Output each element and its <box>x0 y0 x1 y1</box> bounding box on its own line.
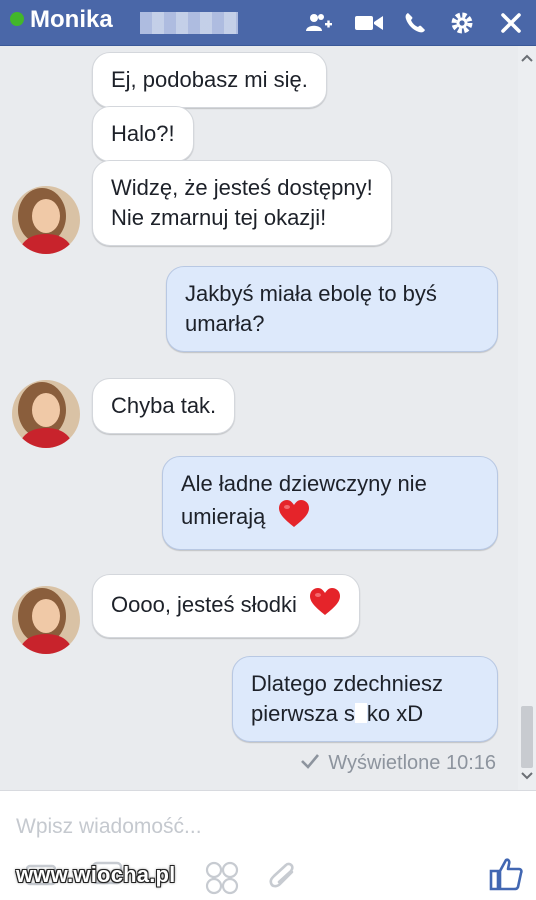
heart-icon <box>309 587 341 625</box>
message-text-line: umarła? <box>185 311 265 336</box>
online-status-dot <box>10 12 24 26</box>
message-text-line: ko xD <box>366 701 424 726</box>
message-bubble-incoming[interactable]: Widzę, że jesteś dostępny! Nie zmarnuj t… <box>92 160 392 246</box>
message-bubble-incoming[interactable]: Ej, podobasz mi się. <box>92 52 327 108</box>
message-bubble-incoming[interactable]: Oooo, jesteś słodki <box>92 574 360 638</box>
like-icon[interactable] <box>488 856 524 897</box>
check-icon <box>300 752 320 775</box>
message-text-line: Ale ładne dziewczyny nie <box>181 471 427 496</box>
contact-avatar[interactable] <box>12 380 80 448</box>
seen-status: Wyświetlone 10:16 <box>300 752 496 775</box>
scroll-thumb[interactable] <box>521 706 533 768</box>
gear-icon[interactable] <box>445 6 479 40</box>
message-text-line: pierwsza s <box>251 701 355 726</box>
message-text-line: umierają <box>181 503 266 529</box>
message-input[interactable]: Wpisz wiadomość... <box>16 815 202 839</box>
sticker-icon[interactable] <box>204 860 240 900</box>
censor-block <box>354 703 367 723</box>
message-bubble-incoming[interactable]: Chyba tak. <box>92 378 236 434</box>
contact-avatar[interactable] <box>12 586 80 654</box>
message-text: Oooo, jesteś słodki <box>111 591 297 617</box>
blurred-surname <box>140 12 238 34</box>
add-people-icon[interactable] <box>302 6 336 40</box>
video-call-icon[interactable] <box>352 6 386 40</box>
heart-icon <box>278 499 310 537</box>
watermark: www.wiocha.pl <box>16 862 176 887</box>
message-list[interactable]: Ej, podobasz mi się. Halo?! Widzę, że je… <box>0 46 536 790</box>
scroll-up-icon[interactable] <box>520 52 534 66</box>
message-bubble-outgoing[interactable]: Dlatego zdechniesz pierwsza s ko xD <box>232 656 498 742</box>
message-bubble-outgoing[interactable]: Jakbyś miała ebolę to byś umarła? <box>166 266 498 352</box>
message-bubble-incoming[interactable]: Halo?! <box>92 106 194 162</box>
message-text-line: Nie zmarnuj tej okazji! <box>111 205 327 230</box>
message-text-line: Widzę, że jesteś dostępny! <box>111 175 373 200</box>
seen-text: Wyświetlone 10:16 <box>328 752 496 774</box>
attach-icon[interactable] <box>266 860 300 899</box>
phone-icon[interactable] <box>398 6 432 40</box>
contact-name[interactable]: Monika <box>30 6 113 34</box>
message-bubble-outgoing[interactable]: Ale ładne dziewczyny nie umierają <box>162 456 498 550</box>
scroll-down-icon[interactable] <box>520 770 534 784</box>
message-text: Ej, podobasz mi się. <box>111 67 308 92</box>
scrollbar[interactable] <box>518 46 536 790</box>
message-text-line: Jakbyś miała ebolę to byś <box>185 281 437 306</box>
message-text-line: Dlatego zdechniesz <box>251 671 444 696</box>
close-icon[interactable] <box>494 6 528 40</box>
contact-avatar[interactable] <box>12 186 80 254</box>
message-text: Chyba tak. <box>111 393 217 418</box>
chat-header: Monika <box>0 0 536 46</box>
message-text: Halo?! <box>111 121 175 146</box>
